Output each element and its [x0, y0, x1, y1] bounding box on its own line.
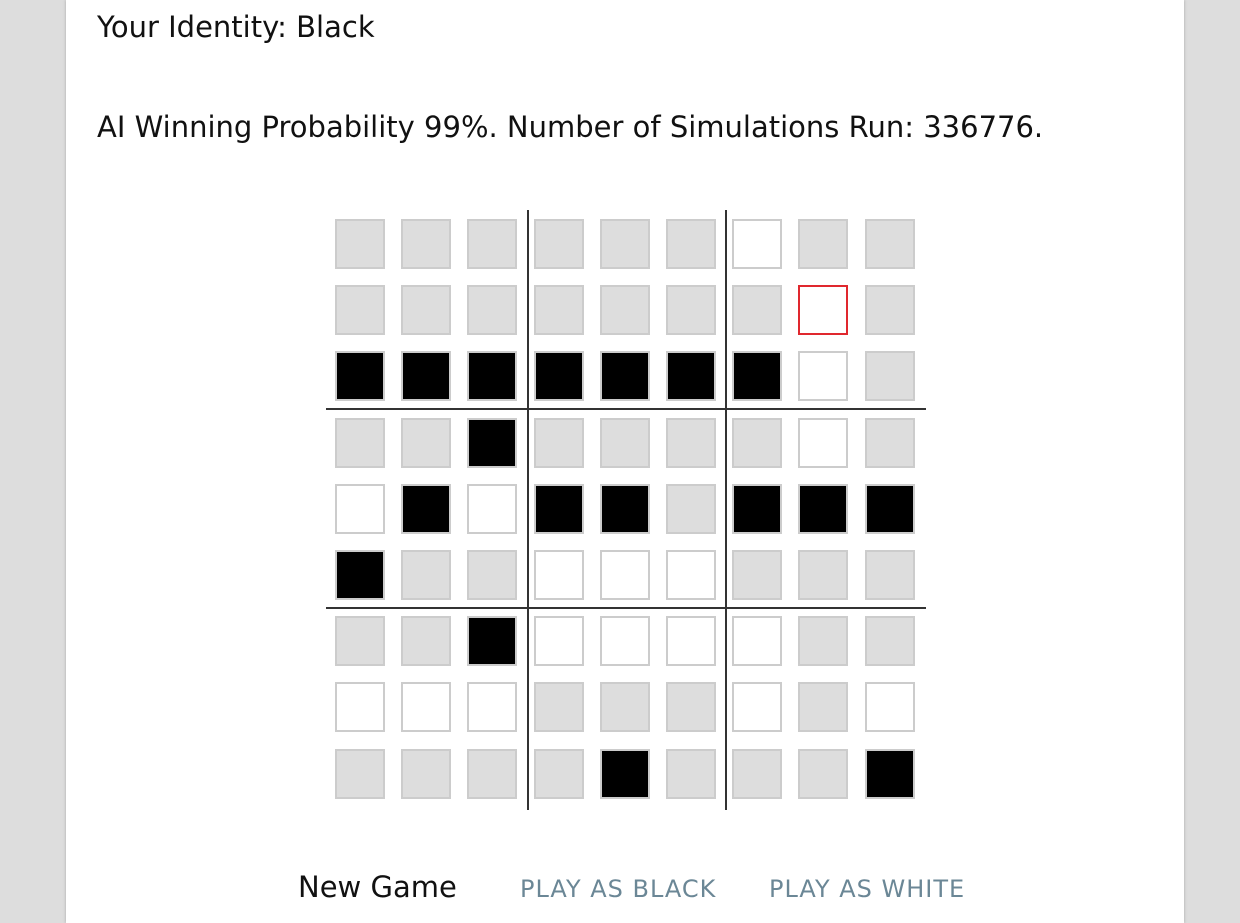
- empty-cell[interactable]: [666, 418, 716, 468]
- play-as-white-button[interactable]: PLAY AS WHITE: [769, 875, 965, 903]
- horizontal-divider-2: [326, 607, 926, 609]
- black-stone-cell: [732, 484, 782, 534]
- white-stone-cell: [335, 484, 385, 534]
- black-stone-cell: [401, 484, 451, 534]
- empty-cell[interactable]: [732, 749, 782, 799]
- empty-cell[interactable]: [534, 219, 584, 269]
- black-stone-cell: [666, 351, 716, 401]
- white-stone-cell: [600, 550, 650, 600]
- empty-cell[interactable]: [534, 749, 584, 799]
- empty-cell[interactable]: [732, 285, 782, 335]
- empty-cell[interactable]: [335, 749, 385, 799]
- empty-cell[interactable]: [401, 285, 451, 335]
- black-stone-cell: [401, 351, 451, 401]
- horizontal-divider-1: [326, 408, 926, 410]
- empty-cell[interactable]: [401, 219, 451, 269]
- white-stone-cell: [666, 616, 716, 666]
- black-stone-cell: [467, 616, 517, 666]
- white-stone-cell: [467, 682, 517, 732]
- empty-cell[interactable]: [534, 682, 584, 732]
- empty-cell[interactable]: [401, 749, 451, 799]
- ai-probability-text: AI Winning Probability 99%. Number of Si…: [97, 110, 1044, 144]
- white-stone-cell: [865, 682, 915, 732]
- white-stone-cell: [732, 219, 782, 269]
- white-stone-cell: [401, 682, 451, 732]
- empty-cell[interactable]: [467, 285, 517, 335]
- empty-cell[interactable]: [467, 219, 517, 269]
- black-stone-cell: [798, 484, 848, 534]
- empty-cell[interactable]: [865, 418, 915, 468]
- black-stone-cell: [865, 749, 915, 799]
- empty-cell[interactable]: [798, 682, 848, 732]
- white-stone-cell: [732, 616, 782, 666]
- empty-cell[interactable]: [865, 219, 915, 269]
- empty-cell[interactable]: [335, 616, 385, 666]
- empty-cell[interactable]: [666, 484, 716, 534]
- empty-cell[interactable]: [732, 418, 782, 468]
- empty-cell[interactable]: [335, 285, 385, 335]
- empty-cell[interactable]: [534, 418, 584, 468]
- play-as-black-button[interactable]: PLAY AS BLACK: [520, 875, 716, 903]
- black-stone-cell: [600, 484, 650, 534]
- empty-cell[interactable]: [666, 285, 716, 335]
- white-stone-cell: [534, 550, 584, 600]
- empty-cell[interactable]: [467, 550, 517, 600]
- empty-cell[interactable]: [798, 749, 848, 799]
- black-stone-cell: [600, 749, 650, 799]
- empty-cell[interactable]: [401, 616, 451, 666]
- white-stone-cell: [467, 484, 517, 534]
- identity-text: Your Identity: Black: [97, 10, 375, 44]
- empty-cell[interactable]: [798, 219, 848, 269]
- controls-bar: New Game PLAY AS BLACK PLAY AS WHITE: [0, 860, 1240, 920]
- last-move-cell[interactable]: [798, 285, 848, 335]
- empty-cell[interactable]: [666, 219, 716, 269]
- empty-cell[interactable]: [865, 285, 915, 335]
- empty-cell[interactable]: [600, 418, 650, 468]
- empty-cell[interactable]: [865, 616, 915, 666]
- white-stone-cell: [732, 682, 782, 732]
- vertical-divider-1: [527, 210, 529, 810]
- white-stone-cell: [534, 616, 584, 666]
- black-stone-cell: [534, 484, 584, 534]
- empty-cell[interactable]: [600, 285, 650, 335]
- black-stone-cell: [600, 351, 650, 401]
- empty-cell[interactable]: [600, 682, 650, 732]
- empty-cell[interactable]: [467, 749, 517, 799]
- white-stone-cell: [798, 418, 848, 468]
- empty-cell[interactable]: [335, 418, 385, 468]
- vertical-divider-2: [725, 210, 727, 810]
- empty-cell[interactable]: [534, 285, 584, 335]
- game-board: [326, 210, 926, 810]
- empty-cell[interactable]: [401, 418, 451, 468]
- empty-cell[interactable]: [335, 219, 385, 269]
- empty-cell[interactable]: [798, 616, 848, 666]
- empty-cell[interactable]: [732, 550, 782, 600]
- empty-cell[interactable]: [401, 550, 451, 600]
- white-stone-cell: [335, 682, 385, 732]
- white-stone-cell: [798, 351, 848, 401]
- empty-cell[interactable]: [865, 351, 915, 401]
- white-stone-cell: [600, 616, 650, 666]
- black-stone-cell: [865, 484, 915, 534]
- empty-cell[interactable]: [798, 550, 848, 600]
- empty-cell[interactable]: [865, 550, 915, 600]
- black-stone-cell: [467, 351, 517, 401]
- empty-cell[interactable]: [600, 219, 650, 269]
- white-stone-cell: [666, 550, 716, 600]
- black-stone-cell: [467, 418, 517, 468]
- black-stone-cell: [534, 351, 584, 401]
- new-game-button[interactable]: New Game: [298, 870, 457, 904]
- black-stone-cell: [335, 550, 385, 600]
- empty-cell[interactable]: [666, 749, 716, 799]
- black-stone-cell: [732, 351, 782, 401]
- empty-cell[interactable]: [666, 682, 716, 732]
- black-stone-cell: [335, 351, 385, 401]
